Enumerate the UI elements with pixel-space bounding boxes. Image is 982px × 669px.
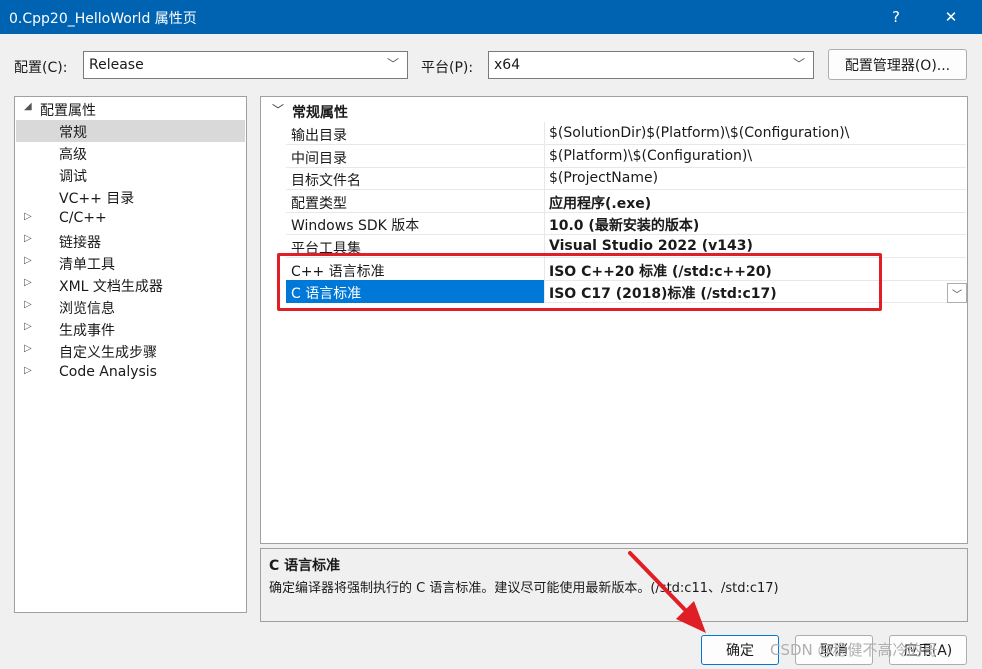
property-tree: ◢ 配置属性常规高级调试 VC++ 目录 ▷ C/C++ ▷ 链接器 ▷ 清单工具 ▷ XML 文档… bbox=[14, 96, 247, 613]
collapsed-triangle-icon[interactable]: ▷ bbox=[24, 255, 32, 266]
tree-item[interactable]: 调试 bbox=[16, 164, 245, 186]
chevron-down-icon: ﹀ bbox=[272, 103, 285, 117]
tree-item-label: C/C++ bbox=[59, 210, 107, 226]
tree-item-label: 高级 bbox=[59, 147, 87, 163]
property-row[interactable]: 配置类型 应用程序(.exe) bbox=[286, 189, 966, 213]
highlight-box bbox=[277, 253, 882, 311]
tree-item-label: 调试 bbox=[59, 169, 87, 185]
property-row[interactable]: 输出目录 $(SolutionDir)$(Platform)\$(Configur… bbox=[286, 122, 966, 145]
tree-item[interactable]: ▷ 自定义生成步骤 bbox=[16, 340, 245, 362]
property-name: 配置类型 bbox=[286, 189, 545, 213]
collapsed-triangle-icon[interactable]: ▷ bbox=[24, 343, 32, 354]
property-value[interactable]: Visual Studio 2022 (v143) bbox=[549, 238, 753, 254]
category-label: 常规属性 bbox=[292, 105, 348, 121]
tree-item[interactable]: 常规 bbox=[16, 120, 245, 142]
tree-item[interactable]: ▷ C/C++ bbox=[16, 208, 245, 230]
collapsed-triangle-icon[interactable]: ▷ bbox=[24, 321, 32, 332]
property-name: 目标文件名 bbox=[286, 167, 545, 191]
property-value[interactable]: 应用程序(.exe) bbox=[549, 193, 651, 213]
collapsed-triangle-icon[interactable]: ▷ bbox=[24, 233, 32, 244]
chevron-down-icon: ﹀ bbox=[386, 57, 399, 71]
property-value[interactable]: $(SolutionDir)$(Platform)\$(Configuratio… bbox=[549, 125, 849, 141]
configuration-value: Release bbox=[89, 57, 144, 73]
platform-label: 平台(P): bbox=[421, 60, 474, 76]
close-icon[interactable]: ✕ bbox=[928, 0, 974, 34]
property-row[interactable]: Windows SDK 版本 10.0 (最新安装的版本) bbox=[286, 212, 966, 236]
property-grid: ﹀ 常规属性 输出目录 $(SolutionDir)$(Platform)\$(C… bbox=[260, 96, 968, 544]
help-button[interactable]: ? bbox=[873, 0, 919, 34]
tree-item-label: 链接器 bbox=[59, 235, 101, 251]
annotation-arrow-icon bbox=[628, 551, 706, 633]
collapsed-triangle-icon[interactable]: ▷ bbox=[24, 365, 32, 376]
tree-item-label: 生成事件 bbox=[59, 323, 115, 339]
description-pane: C 语言标准 确定编译器将强制执行的 C 语言标准。建议尽可能使用最新版本。(/… bbox=[260, 548, 968, 622]
category-header[interactable]: ﹀ 常规属性 bbox=[262, 99, 966, 121]
tree-item-label: 浏览信息 bbox=[59, 301, 115, 317]
platform-value: x64 bbox=[494, 57, 521, 73]
configuration-combo[interactable]: Release ﹀ bbox=[83, 51, 408, 79]
tree-item[interactable]: ▷ Code Analysis bbox=[16, 362, 245, 384]
property-value[interactable]: $(ProjectName) bbox=[549, 170, 658, 186]
tree-item-label: Code Analysis bbox=[59, 364, 157, 380]
collapsed-triangle-icon[interactable]: ▷ bbox=[24, 211, 32, 222]
platform-combo[interactable]: x64 ﹀ bbox=[488, 51, 814, 79]
tree-item[interactable]: ▷ 生成事件 bbox=[16, 318, 245, 340]
property-value[interactable]: 10.0 (最新安装的版本) bbox=[549, 215, 699, 235]
tree-item[interactable]: ◢ 配置属性 bbox=[16, 98, 245, 120]
tree-item-label: XML 文档生成器 bbox=[59, 279, 163, 295]
property-row[interactable]: 中间目录 $(Platform)\$(Configuration)\ bbox=[286, 144, 966, 168]
title-bar: 0.Cpp20_HelloWorld 属性页 ? ✕ bbox=[0, 0, 982, 34]
configuration-manager-button[interactable]: 配置管理器(O)... bbox=[828, 49, 967, 80]
value-dropdown-button[interactable]: ﹀ bbox=[947, 283, 967, 303]
tree-item-label: 常规 bbox=[59, 125, 87, 141]
tree-item-label: 清单工具 bbox=[59, 257, 115, 273]
tree-item[interactable]: ▷ 链接器 bbox=[16, 230, 245, 252]
tree-item[interactable]: ▷ 清单工具 bbox=[16, 252, 245, 274]
property-name: Windows SDK 版本 bbox=[286, 212, 545, 236]
watermark: CSDN @稳健不高冷的哥 bbox=[770, 641, 938, 659]
property-value[interactable]: $(Platform)\$(Configuration)\ bbox=[549, 148, 752, 164]
tree-item[interactable]: ▷ 浏览信息 bbox=[16, 296, 245, 318]
tree-item-label: 配置属性 bbox=[40, 103, 96, 119]
chevron-down-icon: ﹀ bbox=[792, 57, 805, 71]
collapsed-triangle-icon[interactable]: ▷ bbox=[24, 299, 32, 310]
tree-item[interactable]: 高级 bbox=[16, 142, 245, 164]
tree-item-label: VC++ 目录 bbox=[59, 191, 135, 207]
description-title: C 语言标准 bbox=[269, 558, 341, 574]
tree-item[interactable]: ▷ XML 文档生成器 bbox=[16, 274, 245, 296]
tree-item-label: 自定义生成步骤 bbox=[59, 345, 157, 361]
property-row[interactable]: 目标文件名 $(ProjectName) bbox=[286, 167, 966, 191]
expanded-triangle-icon[interactable]: ◢ bbox=[24, 101, 32, 112]
configuration-label: 配置(C): bbox=[14, 60, 68, 76]
property-name: 中间目录 bbox=[286, 144, 545, 168]
collapsed-triangle-icon[interactable]: ▷ bbox=[24, 277, 32, 288]
tree-item[interactable]: VC++ 目录 bbox=[16, 186, 245, 208]
window-title: 0.Cpp20_HelloWorld 属性页 bbox=[9, 11, 197, 27]
property-name: 输出目录 bbox=[286, 122, 545, 145]
